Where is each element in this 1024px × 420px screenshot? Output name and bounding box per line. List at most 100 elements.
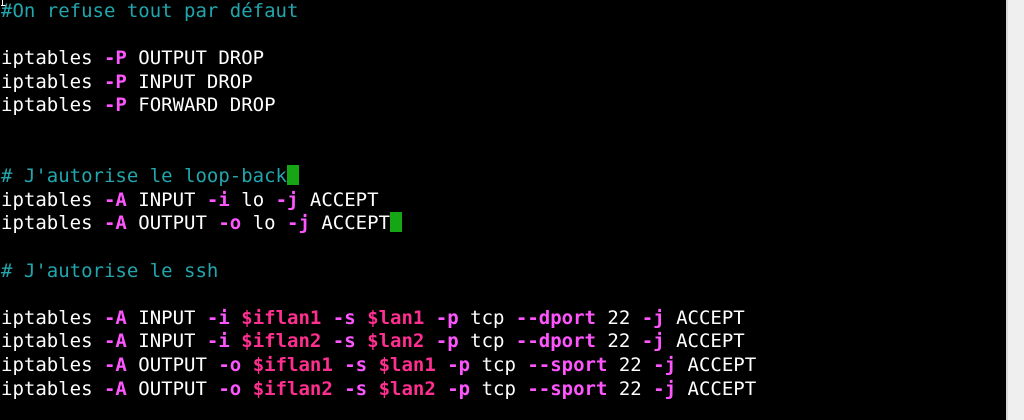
plain-token: tcp [458,306,516,329]
option-token: -o [218,377,242,400]
variable-token: $lan1 [378,353,436,376]
plain-token: OUTPUT [126,377,219,400]
option-token: -A [103,377,127,400]
code-line[interactable] [1,236,756,260]
plain-token: 22 [607,353,654,376]
option-token: -i [206,306,230,329]
plain-token: 22 [595,330,642,353]
plain-token: lo [229,188,276,211]
option-token: -i [206,330,230,353]
plain-token: 22 [595,306,642,329]
variable-token: $lan2 [367,330,425,353]
window-edge [1006,0,1024,420]
option-token: --sport [527,377,608,400]
plain-token: ACCEPT [309,212,390,235]
plain-token: tcp [470,377,528,400]
code-line[interactable]: iptables -A INPUT -i $iflan1 -s $lan1 -p… [1,307,756,331]
option-token: --dport [515,330,596,353]
option-token: -o [218,212,242,235]
plain-token: iptables [1,330,104,353]
code-line[interactable]: iptables -A INPUT -i lo -j ACCEPT [1,189,756,213]
plain-token: INPUT DROP [126,70,253,93]
option-token: -A [103,212,127,235]
option-token: -s [344,377,368,400]
plain-token: OUTPUT [126,353,219,376]
plain-token: 22 [607,377,654,400]
variable-token: $iflan2 [252,377,333,400]
code-editor[interactable]: #On refuse tout par défaut iptables -P OU… [1,0,756,401]
code-line[interactable]: iptables -A OUTPUT -o lo -j ACCEPT [1,212,756,236]
option-token: -j [641,306,665,329]
option-token: -A [103,353,127,376]
option-token: -j [275,188,299,211]
screenshot-area: #On refuse tout par défaut iptables -P OU… [0,0,1024,420]
plain-token: OUTPUT DROP [126,47,265,70]
option-token: -s [332,306,356,329]
code-line[interactable]: iptables -A INPUT -i $iflan2 -s $lan2 -p… [1,330,756,354]
code-line[interactable]: # J'autorise le ssh [1,260,756,284]
option-token: -j [287,212,310,235]
plain-token: iptables [1,353,104,376]
code-line[interactable] [1,283,756,307]
plain-token: FORWARD DROP [126,94,276,117]
option-token: -A [103,188,127,211]
plain-token: ACCEPT [676,353,757,376]
variable-token: $lan2 [378,377,436,400]
plain-token: iptables [1,377,104,400]
code-line[interactable]: iptables -P FORWARD DROP [1,94,756,118]
plain-token: ACCEPT [676,377,757,400]
terminal-window[interactable]: #On refuse tout par défaut iptables -P OU… [0,0,1006,420]
code-line[interactable]: iptables -P OUTPUT DROP [1,47,756,71]
option-token: -p [447,353,471,376]
code-line[interactable] [1,24,756,48]
option-token: -o [218,353,242,376]
option-token: -P [103,70,127,93]
plain-token: INPUT [126,330,207,353]
plain-token: INPUT [126,188,207,211]
plain-token: ACCEPT [664,330,745,353]
variable-token: $iflan2 [241,330,322,353]
text-cursor-icon [389,212,402,233]
option-token: -j [653,353,677,376]
option-token: -p [435,330,459,353]
plain-token: iptables [1,94,104,117]
comment-token: # J'autorise le loop-back [1,165,287,188]
code-line[interactable] [1,118,756,142]
plain-token: iptables [1,47,104,70]
comment-token: # J'autorise le ssh [1,259,219,282]
code-line[interactable] [1,142,756,166]
code-line[interactable]: iptables -A OUTPUT -o $iflan1 -s $lan1 -… [1,354,756,378]
option-token: -P [103,47,127,70]
option-token: -P [103,94,127,117]
option-token: -A [103,306,127,329]
plain-token: tcp [458,330,516,353]
code-line[interactable]: iptables -A OUTPUT -o $iflan2 -s $lan2 -… [1,378,756,402]
variable-token: $iflan1 [241,306,322,329]
option-token: -s [344,353,368,376]
option-token: -p [447,377,471,400]
option-token: -A [103,330,127,353]
plain-token: OUTPUT [126,212,219,235]
text-cursor-icon [286,165,299,186]
plain-token: iptables [1,212,104,235]
plain-token: lo [241,212,288,235]
plain-token: tcp [470,353,528,376]
code-line[interactable]: #On refuse tout par défaut [1,0,756,24]
plain-token: ACCEPT [298,188,379,211]
option-token: -j [653,377,677,400]
option-token: --dport [515,306,596,329]
code-line[interactable]: # J'autorise le loop-back [1,165,756,189]
code-line[interactable]: iptables -P INPUT DROP [1,71,756,95]
